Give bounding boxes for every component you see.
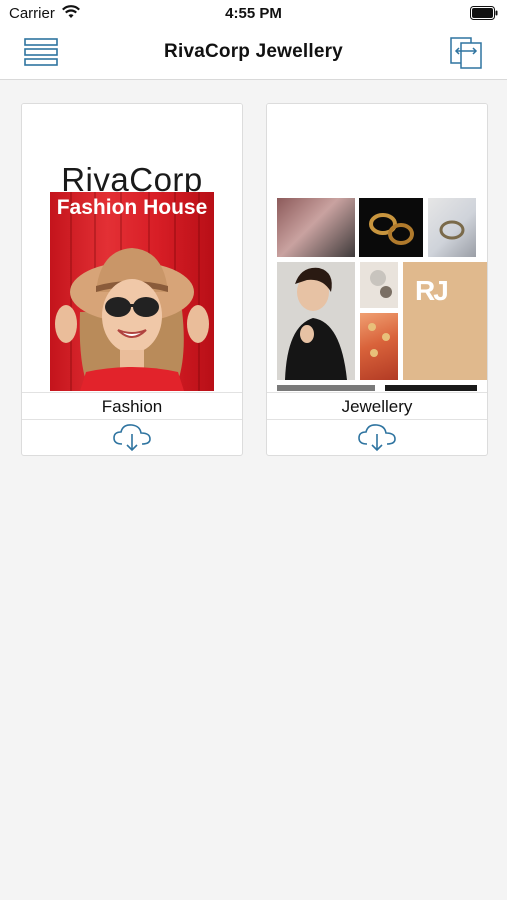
model-photo	[55, 248, 209, 391]
download-button-jewellery[interactable]	[355, 421, 399, 453]
page-title: RivaCorp Jewellery	[164, 41, 343, 62]
rj-logo: RJ	[415, 275, 449, 306]
clock: 4:55 PM	[225, 5, 282, 22]
cloud-download-icon	[358, 424, 396, 452]
catalog-card-fashion[interactable]: RivaCorp Fashion House Fashion	[21, 103, 243, 456]
cloud-download-icon	[113, 424, 151, 452]
switch-screen-button[interactable]	[447, 36, 487, 70]
photo-tile-earring	[360, 262, 398, 308]
switch-screen-icon	[450, 37, 482, 69]
catalog-cover-fashion: RivaCorp Fashion House	[22, 104, 242, 391]
download-button-fashion[interactable]	[110, 421, 154, 453]
catalog-card-jewellery[interactable]: RJ Jewellery	[266, 103, 488, 456]
cover-red-panel: Fashion House	[50, 192, 214, 391]
photo-tile-bottom-left	[277, 385, 375, 391]
catalog-label-jewellery: Jewellery	[267, 392, 487, 420]
photo-tile-rings-hand	[277, 198, 355, 257]
battery-icon	[470, 6, 498, 20]
photo-tile-model-leather	[277, 262, 355, 380]
photo-tile-ring-hand	[428, 198, 476, 257]
catalog-label-fashion: Fashion	[22, 392, 242, 420]
photo-tile-bottom-right	[385, 385, 477, 391]
cover-title: Fashion House	[56, 196, 208, 219]
photo-tile-makeup	[360, 313, 398, 380]
status-bar: Carrier 4:55 PM	[0, 0, 507, 28]
photo-tile-gold-rings	[359, 198, 423, 257]
catalog-cover-jewellery: RJ	[267, 104, 487, 391]
navigation-bar: RivaCorp Jewellery	[0, 28, 507, 80]
